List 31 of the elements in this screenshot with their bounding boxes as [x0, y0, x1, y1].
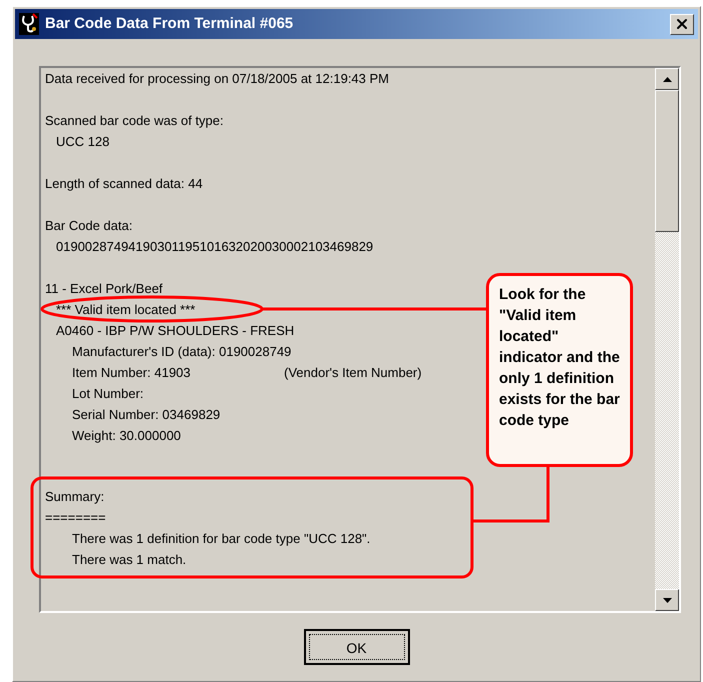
report-line: Scanned bar code was of type:	[45, 112, 224, 130]
scroll-down-button[interactable]	[655, 589, 679, 611]
close-icon	[674, 16, 690, 32]
report-line: Serial Number: 03469829	[72, 406, 220, 424]
report-line: There was 1 definition for bar code type "UCC 128".	[72, 530, 370, 548]
report-line: There was 1 match.	[72, 550, 186, 569]
report-line: 01900287494190301195101632020030002103469829	[56, 238, 374, 256]
report-line: 11 - Excel Pork/Beef	[45, 280, 163, 298]
up-triangle-icon	[662, 76, 672, 82]
scroll-thumb[interactable]	[655, 90, 679, 232]
report-line: *** Valid item located ***	[56, 300, 196, 319]
report-line: A0460 - IBP P/W SHOULDERS - FRESH	[56, 322, 294, 340]
stethoscope-icon	[19, 13, 39, 35]
report-note: (Vendor's Item Number)	[284, 364, 422, 382]
report-line: Summary:	[45, 488, 104, 506]
window-title: Bar Code Data From Terminal #065	[45, 14, 294, 34]
ok-button[interactable]: OK	[304, 629, 410, 665]
report-line: Weight: 30.000000	[72, 426, 181, 445]
vertical-scrollbar[interactable]	[655, 68, 679, 611]
report-line: Data received for processing on 07/18/2005 at 12:19:43 PM	[45, 70, 389, 88]
close-button[interactable]	[670, 14, 694, 34]
report-line: Bar Code data:	[45, 216, 132, 235]
report-line: Length of scanned data: 44	[45, 174, 203, 193]
callout-text: Look for the "Valid item located" indicator and the only 1 definition exists for the bar code type	[499, 285, 621, 431]
report-line: ========	[45, 508, 106, 527]
report-line: Manufacturer's ID (data): 0190028749	[72, 342, 292, 361]
report-line: Item Number: 41903	[72, 364, 192, 382]
scroll-up-button[interactable]	[655, 68, 679, 90]
report-line: Lot Number:	[72, 384, 144, 403]
report-line: UCC 128	[56, 132, 110, 151]
down-triangle-icon	[662, 598, 672, 602]
